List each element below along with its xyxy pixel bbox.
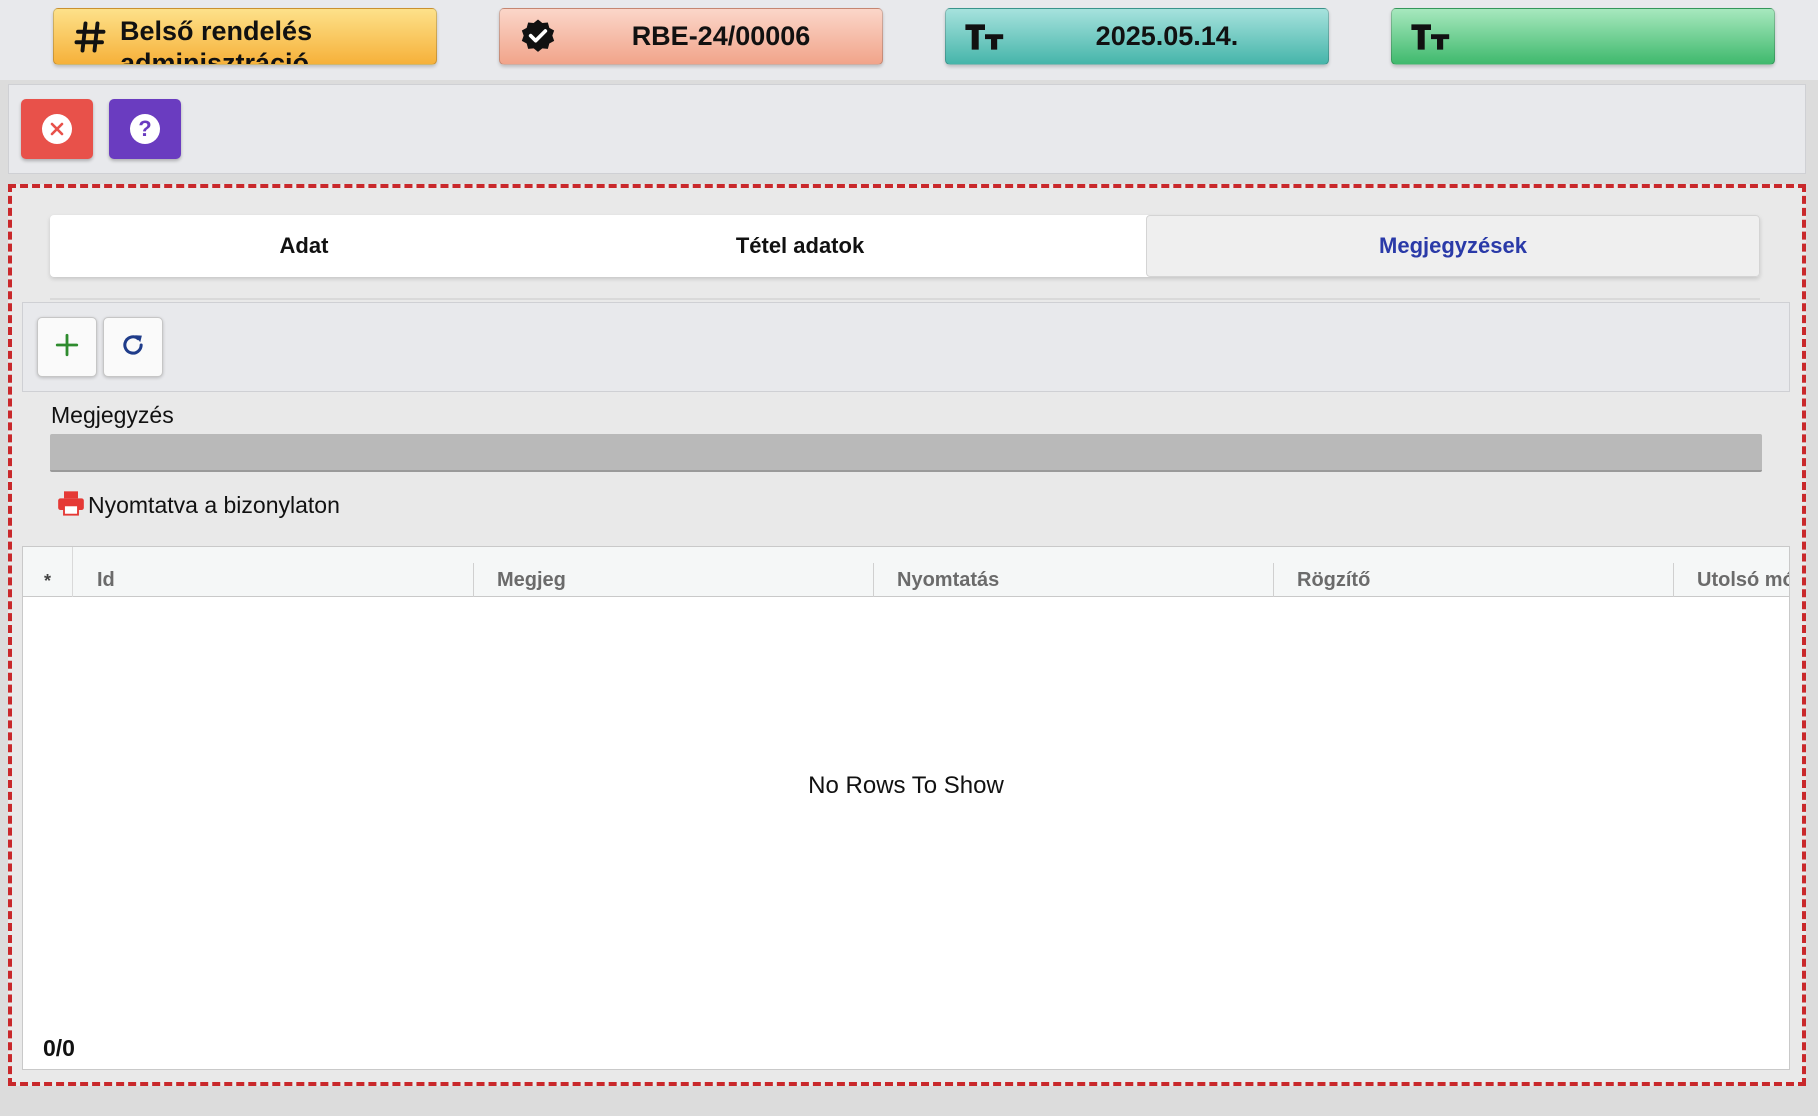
- note-input[interactable]: [50, 434, 1762, 472]
- tab-notes[interactable]: Megjegyzések: [1146, 215, 1760, 277]
- print-on-document-row[interactable]: Nyomtatva a bizonylaton: [57, 490, 340, 521]
- badge-document-number: RBE-24/00006: [499, 8, 883, 65]
- help-button[interactable]: ?: [109, 99, 181, 159]
- grid-empty-message: No Rows To Show: [808, 772, 1004, 799]
- text-size-icon: [964, 20, 1006, 54]
- grid-col-recorder[interactable]: Rögzítő: [1273, 547, 1673, 597]
- hash-icon: [72, 19, 108, 55]
- notes-toolbar: [22, 302, 1790, 392]
- badge-extra-field: [1391, 8, 1775, 65]
- badge-document-type: Belső rendelés adminisztráció: [53, 8, 437, 65]
- notes-grid: * Id Megjeg Nyomtatás Rögzítő Utolsó mó …: [22, 546, 1790, 1070]
- column-resize-handle[interactable]: [873, 563, 874, 597]
- tab-item-data[interactable]: Tétel adatok: [470, 215, 1130, 277]
- print-on-document-label: Nyomtatva a bizonylaton: [88, 492, 340, 518]
- column-resize-handle[interactable]: [1273, 563, 1274, 597]
- grid-col-id[interactable]: Id: [73, 547, 473, 597]
- badge-document-type-label: Belső rendelés adminisztráció: [120, 16, 313, 65]
- text-size-icon: [1410, 20, 1452, 54]
- grid-col-last-modified[interactable]: Utolsó mó: [1673, 547, 1789, 597]
- close-circle-icon: [42, 114, 72, 144]
- badge-document-date: 2025.05.14.: [945, 8, 1329, 65]
- add-note-button[interactable]: [37, 317, 97, 377]
- column-resize-handle[interactable]: [1673, 563, 1674, 597]
- grid-row-count: 0/0: [43, 1035, 75, 1061]
- grid-header: * Id Megjeg Nyomtatás Rögzítő Utolsó mó: [23, 547, 1789, 597]
- grid-col-note[interactable]: Megjeg: [473, 547, 873, 597]
- help-circle-icon: ?: [130, 114, 160, 144]
- document-header: Belső rendelés adminisztráció RBE-24/000…: [0, 0, 1818, 80]
- refresh-notes-button[interactable]: [103, 317, 163, 377]
- grid-col-select[interactable]: *: [23, 547, 73, 597]
- grid-col-print[interactable]: Nyomtatás: [873, 547, 1273, 597]
- printer-icon: [57, 490, 85, 521]
- verified-badge-icon: [518, 17, 558, 57]
- divider: [50, 298, 1760, 300]
- column-resize-handle[interactable]: [473, 563, 474, 597]
- main-toolbar: ?: [8, 84, 1806, 174]
- plus-icon: [54, 332, 80, 363]
- note-field-label: Megjegyzés: [51, 402, 174, 428]
- refresh-icon: [119, 331, 147, 364]
- form-panel: Adat Tétel adatok Megjegyzések Megjegyzé…: [8, 184, 1806, 1086]
- tab-bar: Adat Tétel adatok Megjegyzések: [50, 215, 1760, 277]
- close-button[interactable]: [21, 99, 93, 159]
